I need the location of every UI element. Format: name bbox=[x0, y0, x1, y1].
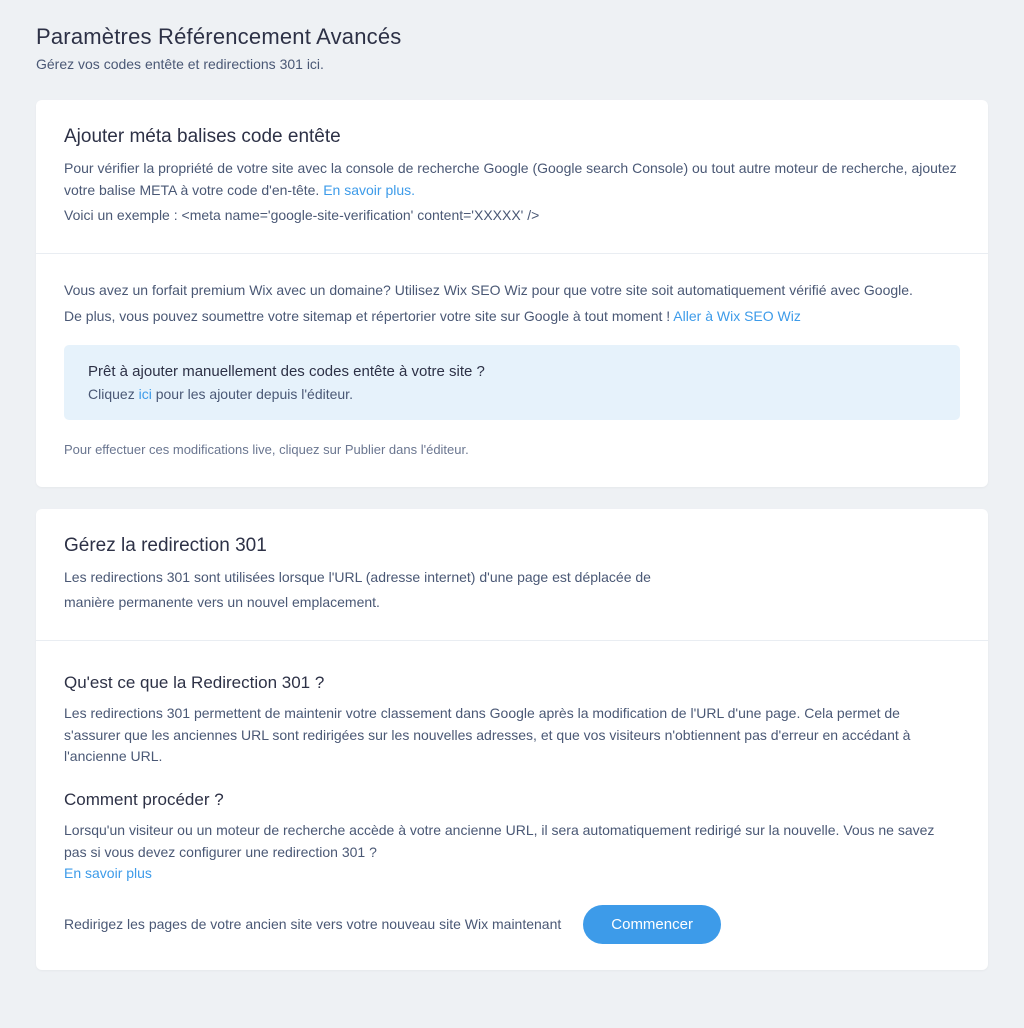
redirect-what-desc: Les redirections 301 permettent de maint… bbox=[64, 703, 960, 768]
banner-answer-pre: Cliquez bbox=[88, 386, 139, 402]
meta-tags-desc: Pour vérifier la propriété de votre site… bbox=[64, 158, 960, 201]
meta-tags-block-premium: Vous avez un forfait premium Wix avec un… bbox=[36, 253, 988, 487]
banner-answer: Cliquez ici pour les ajouter depuis l'éd… bbox=[88, 386, 936, 402]
redirect-desc-line1: Les redirections 301 sont utilisées lors… bbox=[64, 567, 960, 589]
redirect-desc-line2: manière permanente vers un nouvel emplac… bbox=[64, 592, 960, 614]
redirect-card: Gérez la redirection 301 Les redirection… bbox=[36, 509, 988, 971]
meta-example: Voici un exemple : <meta name='google-si… bbox=[64, 205, 960, 227]
manual-code-banner: Prêt à ajouter manuellement des codes en… bbox=[64, 345, 960, 420]
meta-tags-heading: Ajouter méta balises code entête bbox=[64, 126, 960, 148]
meta-premium-line2-text: De plus, vous pouvez soumettre votre sit… bbox=[64, 308, 673, 324]
redirect-heading: Gérez la redirection 301 bbox=[64, 535, 960, 557]
redirect-how-desc: Lorsqu'un visiteur ou un moteur de reche… bbox=[64, 820, 960, 863]
banner-question: Prêt à ajouter manuellement des codes en… bbox=[88, 363, 936, 380]
redirect-cta-row: Redirigez les pages de votre ancien site… bbox=[64, 905, 960, 944]
meta-tags-block-intro: Ajouter méta balises code entête Pour vé… bbox=[36, 100, 988, 253]
redirect-cta-text: Redirigez les pages de votre ancien site… bbox=[64, 914, 561, 936]
redirect-learn-more-link[interactable]: En savoir plus bbox=[64, 865, 152, 881]
page-title: Paramètres Référencement Avancés bbox=[36, 24, 988, 50]
seo-wiz-link[interactable]: Aller à Wix SEO Wiz bbox=[673, 308, 801, 324]
meta-tags-card: Ajouter méta balises code entête Pour vé… bbox=[36, 100, 988, 487]
meta-premium-line2: De plus, vous pouvez soumettre votre sit… bbox=[64, 306, 960, 328]
meta-example-prefix: Voici un exemple : bbox=[64, 207, 182, 223]
banner-answer-post: pour les ajouter depuis l'éditeur. bbox=[152, 386, 353, 402]
meta-premium-line1: Vous avez un forfait premium Wix avec un… bbox=[64, 280, 960, 302]
page-subtitle: Gérez vos codes entête et redirections 3… bbox=[36, 56, 988, 72]
redirect-what-heading: Qu'est ce que la Redirection 301 ? bbox=[64, 673, 960, 693]
start-button[interactable]: Commencer bbox=[583, 905, 721, 944]
meta-tags-desc-text: Pour vérifier la propriété de votre site… bbox=[64, 160, 957, 198]
meta-example-code: <meta name='google-site-verification' co… bbox=[182, 207, 540, 223]
banner-here-link[interactable]: ici bbox=[139, 386, 152, 402]
meta-footer-note: Pour effectuer ces modifications live, c… bbox=[64, 440, 960, 460]
redirect-block-intro: Gérez la redirection 301 Les redirection… bbox=[36, 509, 988, 640]
redirect-block-details: Qu'est ce que la Redirection 301 ? Les r… bbox=[36, 640, 988, 970]
redirect-how-heading: Comment procéder ? bbox=[64, 790, 960, 810]
meta-learn-more-link[interactable]: En savoir plus. bbox=[323, 182, 415, 198]
